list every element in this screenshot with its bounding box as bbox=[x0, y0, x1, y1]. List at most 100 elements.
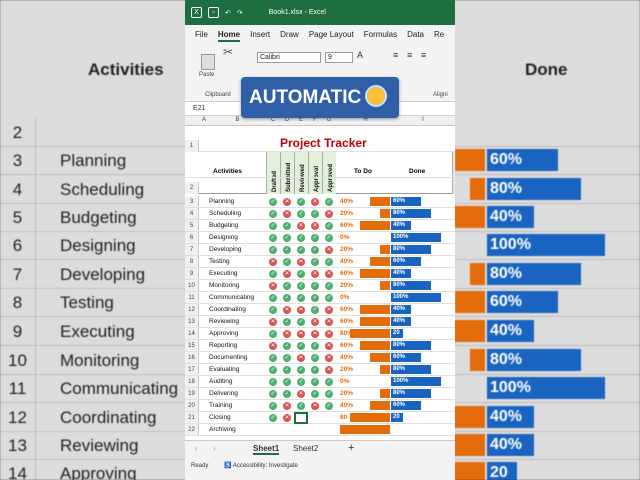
table-row[interactable]: 7 Developing ✓ ✓ ✓ ✓ ✕ 20% 80% bbox=[185, 244, 455, 256]
check-icon[interactable]: ✓ bbox=[269, 390, 277, 398]
redo-icon[interactable]: ↷ bbox=[237, 9, 243, 17]
menu-draw[interactable]: Draw bbox=[280, 30, 299, 42]
check-icon[interactable]: ✓ bbox=[297, 318, 305, 326]
check-icon[interactable]: ✓ bbox=[325, 390, 333, 398]
align-bottom-icon[interactable]: ≡ bbox=[421, 50, 426, 60]
table-row[interactable]: 22 Archiving bbox=[185, 424, 455, 436]
check-icon[interactable]: ✓ bbox=[283, 258, 291, 266]
check-icon[interactable]: ✓ bbox=[269, 234, 277, 242]
cross-icon[interactable]: ✕ bbox=[325, 330, 333, 338]
check-icon[interactable]: ✓ bbox=[269, 210, 277, 218]
row-number[interactable]: 5 bbox=[185, 220, 199, 231]
cross-icon[interactable]: ✕ bbox=[325, 342, 333, 350]
table-row[interactable]: 15 Reporting ✕ ✓ ✓ ✓ ✕ 60% 80% bbox=[185, 340, 455, 352]
check-icon[interactable]: ✓ bbox=[325, 258, 333, 266]
cross-icon[interactable]: ✕ bbox=[269, 342, 277, 350]
check-icon[interactable]: ✓ bbox=[311, 294, 319, 302]
table-row[interactable]: 20 Training ✓ ✕ ✓ ✕ ✓ 40% 60% bbox=[185, 400, 455, 412]
check-icon[interactable]: ✓ bbox=[283, 378, 291, 386]
cross-icon[interactable]: ✕ bbox=[325, 366, 333, 374]
cross-icon[interactable]: ✕ bbox=[311, 402, 319, 410]
row-number[interactable]: 3 bbox=[185, 196, 199, 207]
cross-icon[interactable]: ✕ bbox=[283, 270, 291, 278]
check-icon[interactable]: ✓ bbox=[283, 246, 291, 254]
cross-icon[interactable]: ✕ bbox=[325, 270, 333, 278]
cross-icon[interactable]: ✕ bbox=[325, 318, 333, 326]
row-number[interactable]: 19 bbox=[185, 388, 199, 399]
table-row[interactable]: 18 Auditing ✓ ✓ ✓ ✓ ✓ 0% 100% bbox=[185, 376, 455, 388]
row-number[interactable]: 9 bbox=[185, 268, 199, 279]
check-icon[interactable]: ✓ bbox=[283, 294, 291, 302]
check-icon[interactable]: ✓ bbox=[297, 294, 305, 302]
check-icon[interactable]: ✓ bbox=[311, 306, 319, 314]
cross-icon[interactable]: ✕ bbox=[311, 270, 319, 278]
menu-re[interactable]: Re bbox=[434, 30, 444, 42]
column-letter-i[interactable]: I bbox=[391, 117, 455, 123]
check-icon[interactable]: ✓ bbox=[269, 402, 277, 410]
table-row[interactable]: 9 Executing ✓ ✕ ✓ ✕ ✕ 60% 40% bbox=[185, 268, 455, 280]
check-icon[interactable]: ✓ bbox=[283, 282, 291, 290]
check-icon[interactable]: ✓ bbox=[269, 330, 277, 338]
check-icon[interactable]: ✓ bbox=[311, 354, 319, 362]
cross-icon[interactable]: ✕ bbox=[269, 282, 277, 290]
check-icon[interactable]: ✓ bbox=[297, 402, 305, 410]
check-icon[interactable]: ✓ bbox=[311, 378, 319, 386]
table-row[interactable]: 19 Delivering ✓ ✓ ✕ ✓ ✓ 20% 80% bbox=[185, 388, 455, 400]
table-row[interactable]: 4 Scheduling ✓ ✕ ✓ ✓ ✕ 20% 80% bbox=[185, 208, 455, 220]
menu-home[interactable]: Home bbox=[217, 30, 241, 42]
check-icon[interactable]: ✓ bbox=[283, 318, 291, 326]
check-icon[interactable]: ✓ bbox=[297, 198, 305, 206]
menu-insert[interactable]: Insert bbox=[250, 30, 270, 42]
row-number[interactable]: 14 bbox=[185, 328, 199, 339]
check-icon[interactable]: ✓ bbox=[283, 390, 291, 398]
table-row[interactable]: 17 Evaluating ✓ ✓ ✓ ✓ ✕ 20% 80% bbox=[185, 364, 455, 376]
check-icon[interactable]: ✓ bbox=[269, 246, 277, 254]
check-icon[interactable]: ✓ bbox=[311, 366, 319, 374]
row-number[interactable]: 12 bbox=[185, 304, 199, 315]
row-number[interactable]: 21 bbox=[185, 412, 199, 423]
check-icon[interactable]: ✓ bbox=[325, 378, 333, 386]
next-sheet-icon[interactable]: › bbox=[213, 444, 216, 453]
cross-icon[interactable]: ✕ bbox=[311, 198, 319, 206]
check-icon[interactable]: ✓ bbox=[283, 354, 291, 362]
row-number[interactable]: 6 bbox=[185, 232, 199, 243]
cross-icon[interactable]: ✕ bbox=[325, 306, 333, 314]
check-icon[interactable]: ✓ bbox=[297, 282, 305, 290]
cross-icon[interactable]: ✕ bbox=[269, 318, 277, 326]
paste-label[interactable]: Paste bbox=[199, 72, 214, 78]
check-icon[interactable]: ✓ bbox=[325, 222, 333, 230]
cross-icon[interactable]: ✕ bbox=[297, 306, 305, 314]
check-icon[interactable]: ✓ bbox=[269, 354, 277, 362]
row-number[interactable]: 8 bbox=[185, 256, 199, 267]
cross-icon[interactable]: ✕ bbox=[311, 330, 319, 338]
prev-sheet-icon[interactable]: ‹ bbox=[195, 444, 198, 453]
selected-cell[interactable] bbox=[294, 412, 308, 424]
row-number[interactable]: 4 bbox=[185, 208, 199, 219]
row-number[interactable]: 10 bbox=[185, 280, 199, 291]
table-row[interactable]: 10 Monitoring ✕ ✓ ✓ ✓ ✓ 20% 80% bbox=[185, 280, 455, 292]
menu-page-layout[interactable]: Page Layout bbox=[309, 30, 354, 42]
check-icon[interactable]: ✓ bbox=[283, 342, 291, 350]
undo-icon[interactable]: ↶ bbox=[225, 9, 231, 17]
check-icon[interactable]: ✓ bbox=[297, 270, 305, 278]
row-number[interactable]: 20 bbox=[185, 400, 199, 411]
check-icon[interactable]: ✓ bbox=[269, 222, 277, 230]
cross-icon[interactable]: ✕ bbox=[283, 198, 291, 206]
cross-icon[interactable]: ✕ bbox=[283, 402, 291, 410]
accessibility-status[interactable]: Accessibility: Investigate bbox=[233, 463, 298, 469]
row-number[interactable]: 18 bbox=[185, 376, 199, 387]
menu-file[interactable]: File bbox=[195, 30, 208, 42]
row-number[interactable]: 22 bbox=[185, 424, 199, 435]
paste-icon[interactable] bbox=[201, 54, 215, 70]
table-row[interactable]: 11 Communicating ✓ ✓ ✓ ✓ ✓ 0% 100% bbox=[185, 292, 455, 304]
row-number[interactable]: 13 bbox=[185, 316, 199, 327]
check-icon[interactable]: ✓ bbox=[297, 342, 305, 350]
check-icon[interactable]: ✓ bbox=[311, 390, 319, 398]
check-icon[interactable]: ✓ bbox=[297, 378, 305, 386]
check-icon[interactable]: ✓ bbox=[283, 222, 291, 230]
check-icon[interactable]: ✓ bbox=[269, 366, 277, 374]
menu-formulas[interactable]: Formulas bbox=[364, 30, 397, 42]
cut-icon[interactable]: ✂ bbox=[223, 45, 233, 59]
check-icon[interactable]: ✓ bbox=[311, 258, 319, 266]
check-icon[interactable]: ✓ bbox=[311, 234, 319, 242]
